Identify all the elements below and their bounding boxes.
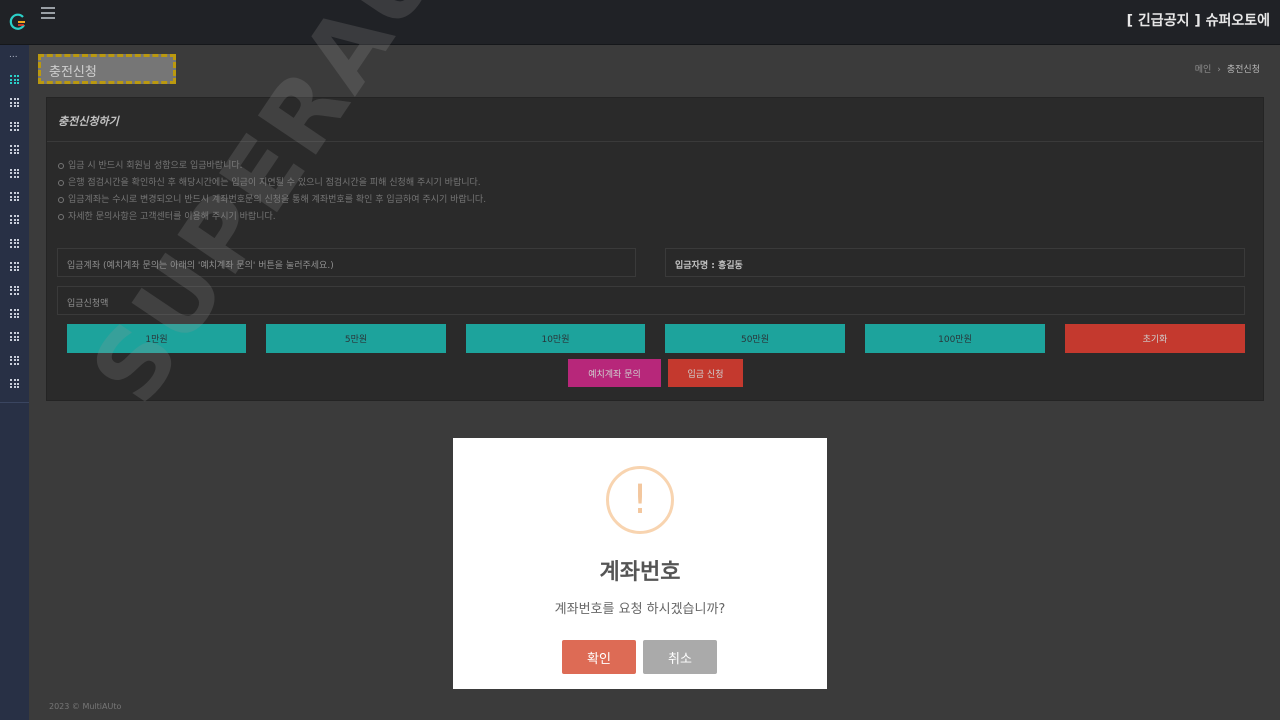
dialog-message: 계좌번호를 요청 하시겠습니까? [554,602,726,617]
sidebar-grid-icon[interactable] [10,262,19,272]
sidebar-grid-icon[interactable] [10,355,19,365]
warning-icon: ! [606,466,674,534]
sidebar-grid-icon[interactable] [10,379,19,389]
sidebar-divider [0,402,29,403]
sidebar-grid-icon[interactable] [10,192,19,201]
confirm-dialog: ! 계좌번호 계좌번호를 요청 하시겠습니까? 확인 취소 [453,438,827,689]
sidebar-grid-icon[interactable] [10,309,19,318]
cancel-button[interactable]: 취소 [643,640,717,674]
sidebar-grid-icon[interactable] [10,332,19,342]
dialog-title: 계좌번호 [599,560,681,585]
confirm-button[interactable]: 확인 [562,640,636,674]
sidebar-grid-icon[interactable] [10,215,19,225]
notice-ticker[interactable]: [ 긴급공지 ] 슈퍼오토에 [1127,10,1270,30]
sidebar-grid-icon[interactable] [10,238,19,248]
sidebar-grid-icon[interactable] [10,121,19,131]
logo-icon[interactable] [8,12,28,32]
sidebar-grid-icon[interactable] [10,168,19,178]
sidebar-grid-icon[interactable] [10,285,19,295]
top-bar: [ 긴급공지 ] 슈퍼오토에 [0,0,1280,45]
sidebar-more-icon[interactable]: ... [9,50,18,60]
sidebar-grid-icon[interactable] [10,98,19,108]
menu-toggle-icon[interactable] [41,7,55,19]
sidebar-grid-icon[interactable] [10,145,19,155]
sidebar: ... [0,45,29,720]
sidebar-grid-icon[interactable] [10,75,19,84]
